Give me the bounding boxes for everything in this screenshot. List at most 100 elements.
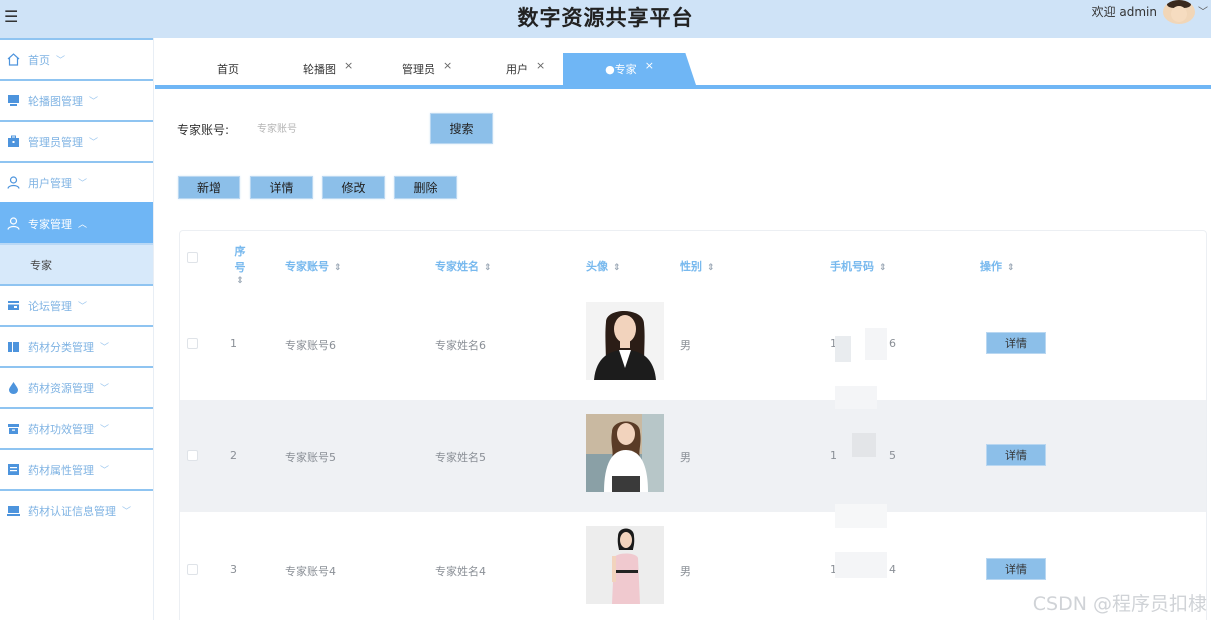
sidebar-item-label: 用户管理 xyxy=(28,175,72,191)
chevron-down-icon: ﹀ xyxy=(100,340,109,353)
column-header-actions[interactable]: 操作 ⇕ xyxy=(980,258,1015,274)
card-icon xyxy=(6,299,20,313)
column-header-name[interactable]: 专家姓名⇕ xyxy=(435,258,492,274)
sort-icon[interactable]: ⇕ xyxy=(707,263,715,273)
drop-icon xyxy=(6,381,20,395)
column-header-label: 序号 xyxy=(230,243,250,275)
close-icon[interactable]: × xyxy=(443,59,452,72)
column-header-gender[interactable]: 性别 ⇕ xyxy=(680,258,715,274)
row-detail-button[interactable]: 详情 xyxy=(986,332,1046,354)
avatar-face xyxy=(1171,6,1187,22)
row-account: 专家账号4 xyxy=(285,563,336,579)
column-header-label: 操作 xyxy=(980,260,1002,273)
phone-redaction xyxy=(835,386,877,409)
chevron-down-icon: ﹀ xyxy=(89,135,98,148)
row-account: 专家账号5 xyxy=(285,449,336,465)
tab-label: 轮播图 xyxy=(303,61,336,77)
row-detail-button[interactable]: 详情 xyxy=(986,558,1046,580)
column-header-label: 手机号码 xyxy=(830,260,874,273)
sidebar-item-herb-attribute[interactable]: 药材属性管理 ﹀ xyxy=(0,448,153,489)
sidebar-item-experts[interactable]: 专家管理 ︿ xyxy=(0,202,153,243)
sidebar-item-carousel[interactable]: 轮播图管理 ﹀ xyxy=(0,79,153,120)
row-phone-first-digit: 1 xyxy=(830,449,837,462)
sidebar-item-herb-resource[interactable]: 药材资源管理 ﹀ xyxy=(0,366,153,407)
sidebar-item-admins[interactable]: 管理员管理 ﹀ xyxy=(0,120,153,161)
sidebar-item-label: 论坛管理 xyxy=(28,298,72,314)
sidebar-subitem-expert[interactable]: 专家 xyxy=(0,243,153,284)
search-label: 专家账号: xyxy=(177,121,229,138)
sidebar-item-label: 首页 xyxy=(28,52,50,68)
close-icon[interactable]: × xyxy=(645,59,654,72)
delete-button[interactable]: 删除 xyxy=(394,176,457,199)
sidebar-item-label: 管理员管理 xyxy=(28,134,83,150)
sidebar-item-label: 专家管理 xyxy=(28,216,72,232)
column-header-index[interactable]: 序号 ⇕ xyxy=(230,243,250,286)
sort-icon[interactable]: ⇕ xyxy=(1007,263,1015,273)
laptop-icon xyxy=(6,504,20,518)
row-gender: 男 xyxy=(680,337,691,353)
row-index: 2 xyxy=(230,449,237,462)
phone-redaction xyxy=(865,328,887,360)
chevron-down-icon: ﹀ xyxy=(100,422,109,435)
tab-home[interactable]: 首页 xyxy=(217,53,239,85)
monitor-icon xyxy=(6,94,20,108)
chevron-down-icon: ﹀ xyxy=(89,94,98,107)
row-name: 专家姓名6 xyxy=(435,337,486,353)
chevron-down-icon: ﹀ xyxy=(100,381,109,394)
tab-carousel[interactable]: 轮播图 × xyxy=(303,53,353,85)
column-header-avatar[interactable]: 头像 ⇕ xyxy=(586,258,621,274)
row-checkbox[interactable] xyxy=(187,564,198,575)
phone-redaction xyxy=(835,552,887,578)
sidebar-item-home[interactable]: 首页 ﹀ xyxy=(0,38,153,79)
tab-users[interactable]: 用户 × xyxy=(506,53,545,85)
row-gender: 男 xyxy=(680,563,691,579)
column-header-account[interactable]: 专家账号 ⇕ xyxy=(285,258,342,274)
column-header-label: 头像 xyxy=(586,260,608,273)
sort-icon[interactable]: ⇕ xyxy=(613,263,621,273)
row-checkbox[interactable] xyxy=(187,338,198,349)
sidebar: 首页 ﹀ 轮播图管理 ﹀ 管理员管理 ﹀ 用户管理 ﹀ 专家管理 ︿ 专家 论坛… xyxy=(0,38,154,620)
sort-icon[interactable]: ⇕ xyxy=(484,263,492,273)
edit-button[interactable]: 修改 xyxy=(322,176,385,199)
sidebar-item-users[interactable]: 用户管理 ﹀ xyxy=(0,161,153,202)
column-header-label: 专家账号 xyxy=(285,260,329,273)
expert-account-search-input[interactable] xyxy=(249,114,409,144)
sidebar-item-forum[interactable]: 论坛管理 ﹀ xyxy=(0,284,153,325)
row-index: 1 xyxy=(230,337,237,350)
sidebar-item-herb-efficacy[interactable]: 药材功效管理 ﹀ xyxy=(0,407,153,448)
expert-avatar-photo xyxy=(586,414,664,492)
row-account: 专家账号6 xyxy=(285,337,336,353)
sort-icon[interactable]: ⇕ xyxy=(879,263,887,273)
tab-experts[interactable]: ●专家 × xyxy=(563,53,696,85)
sort-icon[interactable]: ⇕ xyxy=(230,276,250,286)
row-detail-button[interactable]: 详情 xyxy=(986,444,1046,466)
sidebar-item-label: 药材功效管理 xyxy=(28,421,94,437)
chevron-down-icon[interactable]: ﹀ xyxy=(1198,3,1208,18)
row-checkbox[interactable] xyxy=(187,450,198,461)
column-header-phone[interactable]: 手机号码 ⇕ xyxy=(830,258,887,274)
sidebar-item-herb-certification[interactable]: 药材认证信息管理 ﹀ xyxy=(0,489,153,530)
phone-redaction xyxy=(835,504,887,528)
close-icon[interactable]: × xyxy=(344,59,353,72)
box-icon xyxy=(6,422,20,436)
add-button[interactable]: 新增 xyxy=(178,176,240,199)
close-icon[interactable]: × xyxy=(536,59,545,72)
expert-avatar-photo xyxy=(586,526,664,604)
table-row[interactable]: 1 专家账号6 专家姓名6 男 1 6 详情 xyxy=(180,288,1206,400)
sidebar-item-herb-category[interactable]: 药材分类管理 ﹀ xyxy=(0,325,153,366)
column-header-label: 性别 xyxy=(680,260,702,273)
home-icon xyxy=(6,53,20,67)
search-button[interactable]: 搜索 xyxy=(430,113,493,144)
row-gender: 男 xyxy=(680,449,691,465)
sidebar-item-label: 药材资源管理 xyxy=(28,380,94,396)
avatar[interactable] xyxy=(1163,0,1195,24)
detail-button[interactable]: 详情 xyxy=(250,176,313,199)
tab-label: 管理员 xyxy=(402,61,435,77)
sort-icon[interactable]: ⇕ xyxy=(334,263,342,273)
tab-admins[interactable]: 管理员 × xyxy=(402,53,452,85)
select-all-checkbox[interactable] xyxy=(187,252,198,263)
tab-label: 用户 xyxy=(506,61,528,77)
row-phone-last-digit: 6 xyxy=(889,337,896,350)
expert-avatar-photo xyxy=(586,302,664,380)
table-row[interactable]: 2 专家账号5 专家姓名5 男 1 5 详情 xyxy=(180,400,1206,512)
